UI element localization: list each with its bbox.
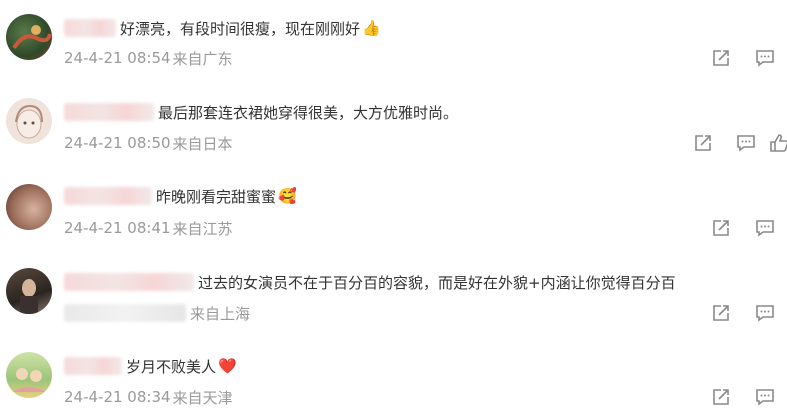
comment-meta: 24-4-21 08:34 来自天津 (64, 386, 233, 408)
avatar[interactable] (6, 268, 52, 314)
avatar[interactable] (6, 352, 52, 398)
comment-item: 最后那套连衣裙她穿得很美，大方优雅时尚。 24-4-21 08:50 来自日本 (0, 84, 787, 166)
thumbs-up-icon[interactable] (768, 132, 787, 154)
comment-line: 岁月不败美人 ❤️ (64, 355, 237, 377)
username-blurred (64, 187, 152, 205)
comment-item: 过去的女演员不在于百分百的容貌，而是好在外貌+内涵让你觉得百分百 来自上海 (0, 254, 787, 336)
share-icon[interactable] (710, 217, 732, 239)
comment-item: 昨晚刚看完甜蜜蜜 🥰 24-4-21 08:41 来自江苏 (0, 168, 787, 250)
comment-text: 过去的女演员不在于百分百的容貌，而是好在外貌+内涵让你觉得百分百 (198, 273, 676, 292)
username-blurred (64, 103, 154, 121)
red-heart-emoji-icon: ❤️ (218, 357, 237, 375)
comment-meta: 来自上海 (64, 302, 250, 324)
thumbs-up-emoji-icon: 👍 (362, 19, 381, 37)
avatar[interactable] (6, 184, 52, 230)
share-icon[interactable] (710, 386, 732, 408)
share-icon[interactable] (710, 302, 732, 324)
comment-location: 来自上海 (190, 304, 251, 323)
comment-text: 好漂亮，有段时间很瘦，现在刚刚好 (120, 19, 361, 38)
comment-item: 岁月不败美人 ❤️ 24-4-21 08:34 来自天津 (0, 338, 787, 420)
comment-item: 好漂亮，有段时间很瘦，现在刚刚好 👍 24-4-21 08:54 来自广东 (0, 0, 787, 82)
share-icon[interactable] (710, 47, 732, 69)
avatar[interactable] (6, 98, 52, 144)
username-blurred (64, 273, 194, 291)
comment-icon[interactable] (735, 132, 757, 154)
comment-time: 24-4-21 08:54 (64, 49, 171, 67)
blushing-emoji-icon: 🥰 (278, 187, 297, 205)
comment-location: 来自天津 (172, 388, 233, 407)
comment-time: 24-4-21 08:34 (64, 388, 171, 406)
comment-location: 来自日本 (172, 134, 233, 153)
comment-line: 好漂亮，有段时间很瘦，现在刚刚好 👍 (64, 17, 381, 39)
comment-icon[interactable] (754, 386, 776, 408)
comment-meta: 24-4-21 08:41 来自江苏 (64, 217, 233, 239)
comment-text: 昨晚刚看完甜蜜蜜 (156, 187, 277, 206)
comment-line: 昨晚刚看完甜蜜蜜 🥰 (64, 185, 297, 207)
comment-text: 岁月不败美人 (126, 357, 217, 376)
comment-icon[interactable] (754, 47, 776, 69)
username-blurred (64, 19, 116, 37)
username-blurred (64, 357, 122, 375)
avatar[interactable] (6, 14, 52, 60)
time-blurred (64, 304, 186, 322)
comment-meta: 24-4-21 08:50 来自日本 (64, 132, 233, 154)
share-icon[interactable] (692, 132, 714, 154)
comment-meta: 24-4-21 08:54 来自广东 (64, 47, 233, 69)
comment-location: 来自广东 (172, 49, 233, 68)
comment-line: 过去的女演员不在于百分百的容貌，而是好在外貌+内涵让你觉得百分百 (64, 271, 676, 293)
comment-text: 最后那套连衣裙她穿得很美，大方优雅时尚。 (158, 103, 459, 122)
comment-line: 最后那套连衣裙她穿得很美，大方优雅时尚。 (64, 101, 458, 123)
comment-icon[interactable] (754, 217, 776, 239)
comment-location: 来自江苏 (172, 219, 233, 238)
comment-icon[interactable] (754, 302, 776, 324)
comment-time: 24-4-21 08:50 (64, 134, 171, 152)
comment-time: 24-4-21 08:41 (64, 219, 171, 237)
